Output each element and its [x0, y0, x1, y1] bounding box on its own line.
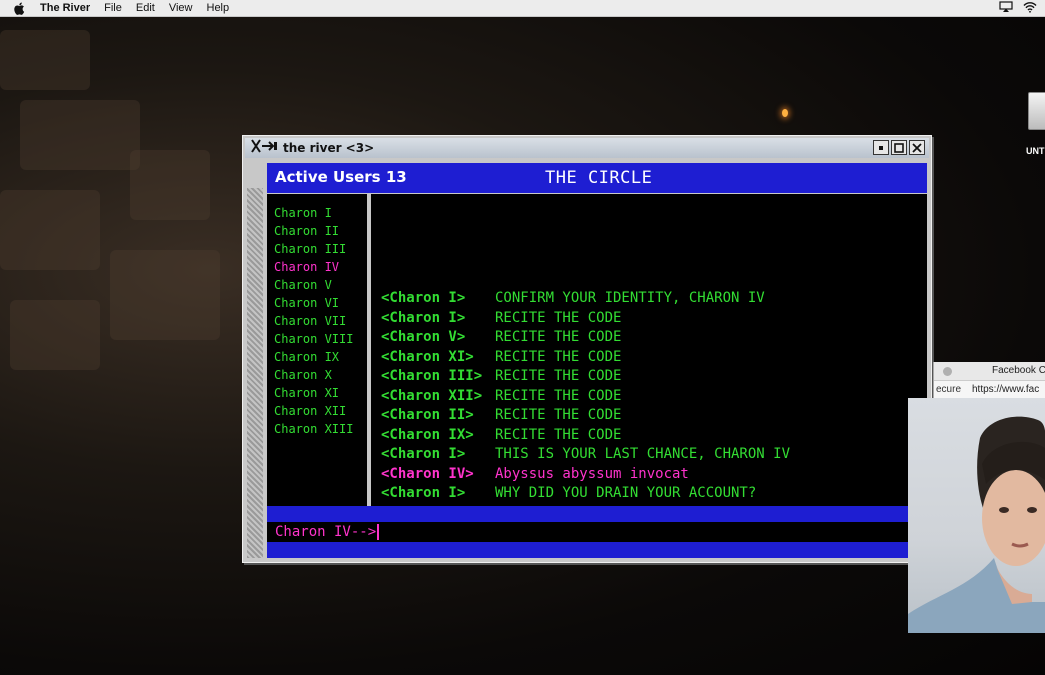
window-side-scrollbar[interactable] [247, 188, 263, 558]
browser-address-bar[interactable]: ecure https://www.fac [934, 380, 1045, 399]
prompt-text: Charon IV--> [275, 524, 377, 540]
person-face-image [908, 416, 1045, 633]
message-text: Abyssus abyssum invocat [495, 465, 689, 482]
lamp-light [782, 109, 788, 117]
chat-message: <Charon I> THIS IS YOUR LAST CHANCE, CHA… [381, 446, 921, 464]
user-list-item[interactable]: Charon I [274, 206, 332, 220]
input-prompt[interactable]: Charon IV--> [275, 524, 380, 540]
user-list-item[interactable]: Charon XI [274, 386, 339, 400]
background-stone [20, 100, 140, 170]
browser-window: Facebook C ecure https://www.fac [933, 362, 1045, 399]
message-sender: <Charon III> [381, 368, 483, 384]
user-list-item[interactable]: Charon II [274, 224, 339, 238]
message-text: RECITE THE CODE [495, 387, 622, 404]
chat-message: <Charon II> RECITE THE CODE [381, 407, 921, 425]
message-text: RECITE THE CODE [495, 309, 622, 326]
close-button[interactable] [909, 140, 925, 155]
active-users-count: Active Users 13 [275, 168, 407, 186]
menu-app-name[interactable]: The River [40, 2, 90, 14]
bottom-bar [267, 542, 927, 558]
browser-title: Facebook C [992, 365, 1045, 376]
chat-window: the river <3> Active Users 13 THE CIRCLE… [242, 135, 932, 563]
chat-message-self: <Charon IV> Abyssus abyssum invocat [381, 466, 921, 484]
window-close-dot[interactable] [943, 367, 952, 376]
apple-menu-icon[interactable] [14, 1, 28, 15]
message-text: CONFIRM YOUR IDENTITY, CHARON IV [495, 290, 765, 306]
chat-message: <Charon XII> RECITE THE CODE [381, 388, 921, 406]
secure-label: ecure [936, 384, 962, 395]
chat-header: Active Users 13 THE CIRCLE [267, 163, 927, 193]
window-titlebar[interactable]: the river <3> [245, 138, 929, 158]
wifi-icon[interactable] [1023, 1, 1037, 16]
background-stone [10, 300, 100, 370]
url-text[interactable]: https://www.fac [972, 384, 1039, 395]
user-list-item[interactable]: Charon VI [274, 296, 339, 310]
user-list-item[interactable]: Charon XIII [274, 422, 353, 436]
user-list-item[interactable]: Charon VIII [274, 332, 353, 346]
message-sender: <Charon I> [381, 290, 466, 306]
room-title: THE CIRCLE [545, 168, 653, 188]
status-bar [267, 506, 927, 522]
menu-help[interactable]: Help [207, 2, 230, 14]
background-stone [110, 250, 220, 340]
maximize-icon [894, 142, 904, 153]
message-sender: <Charon XI> [381, 348, 474, 365]
user-list-item[interactable]: Charon III [274, 242, 346, 256]
menu-edit[interactable]: Edit [136, 2, 155, 14]
menu-bar: The River File Edit View Help [0, 0, 1045, 17]
message-sender: <Charon I> [381, 485, 466, 501]
message-sender: <Charon IX> [381, 426, 474, 443]
x-app-icon [251, 139, 279, 157]
chat-message: <Charon V> RECITE THE CODE [381, 329, 921, 347]
maximize-button[interactable] [891, 140, 907, 155]
message-text: RECITE THE CODE [495, 368, 622, 384]
window-controls [873, 140, 925, 155]
background-stone [0, 190, 100, 270]
minimize-icon [879, 145, 883, 150]
message-text: RECITE THE CODE [495, 407, 622, 423]
message-sender: <Charon IV> [381, 465, 474, 482]
message-text: WHY DID YOU DRAIN YOUR ACCOUNT? [495, 485, 757, 501]
webcam-video [908, 398, 1045, 633]
message-sender: <Charon V> [381, 329, 466, 345]
message-sender: <Charon I> [381, 446, 466, 462]
chat-message: <Charon IX> RECITE THE CODE [381, 427, 921, 445]
close-icon [912, 142, 922, 153]
chat-message: <Charon I> RECITE THE CODE [381, 310, 921, 328]
message-text: RECITE THE CODE [495, 329, 622, 345]
message-sender: <Charon II> [381, 407, 474, 423]
user-list-item-self[interactable]: Charon IV [274, 260, 339, 274]
background-stone [130, 150, 210, 220]
message-text: RECITE THE CODE [495, 348, 622, 365]
background-stone [0, 30, 90, 90]
text-cursor [377, 524, 380, 540]
menu-file[interactable]: File [104, 2, 122, 14]
user-list-item[interactable]: Charon IX [274, 350, 339, 364]
message-input[interactable]: Charon IV--> [267, 522, 927, 542]
status-icons [999, 1, 1037, 16]
message-sender: <Charon I> [381, 309, 466, 326]
user-list-item[interactable]: Charon VII [274, 314, 346, 328]
user-list-item[interactable]: Charon XII [274, 404, 346, 418]
user-list-item[interactable]: Charon V [274, 278, 332, 292]
message-pane: <Charon I> CONFIRM YOUR IDENTITY, CHARON… [371, 194, 927, 506]
chat-message: <Charon XI> RECITE THE CODE [381, 349, 921, 367]
message-sender: <Charon XII> [381, 387, 483, 404]
desktop-disk-label[interactable]: UNT [1026, 146, 1045, 156]
minimize-button[interactable] [873, 140, 889, 155]
message-text: THIS IS YOUR LAST CHANCE, CHARON IV [495, 446, 791, 462]
user-list: Charon I Charon II Charon III Charon IV … [267, 194, 367, 506]
chat-message: <Charon I> CONFIRM YOUR IDENTITY, CHARON… [381, 290, 921, 308]
menu-view[interactable]: View [169, 2, 193, 14]
message-text: RECITE THE CODE [495, 426, 622, 443]
chat-message: <Charon I> WHY DID YOU DRAIN YOUR ACCOUN… [381, 485, 921, 503]
desktop-disk-icon[interactable] [1028, 92, 1045, 134]
airplay-icon[interactable] [999, 1, 1013, 16]
window-title: the river <3> [283, 141, 375, 155]
user-list-item[interactable]: Charon X [274, 368, 332, 382]
chat-message: <Charon III> RECITE THE CODE [381, 368, 921, 386]
